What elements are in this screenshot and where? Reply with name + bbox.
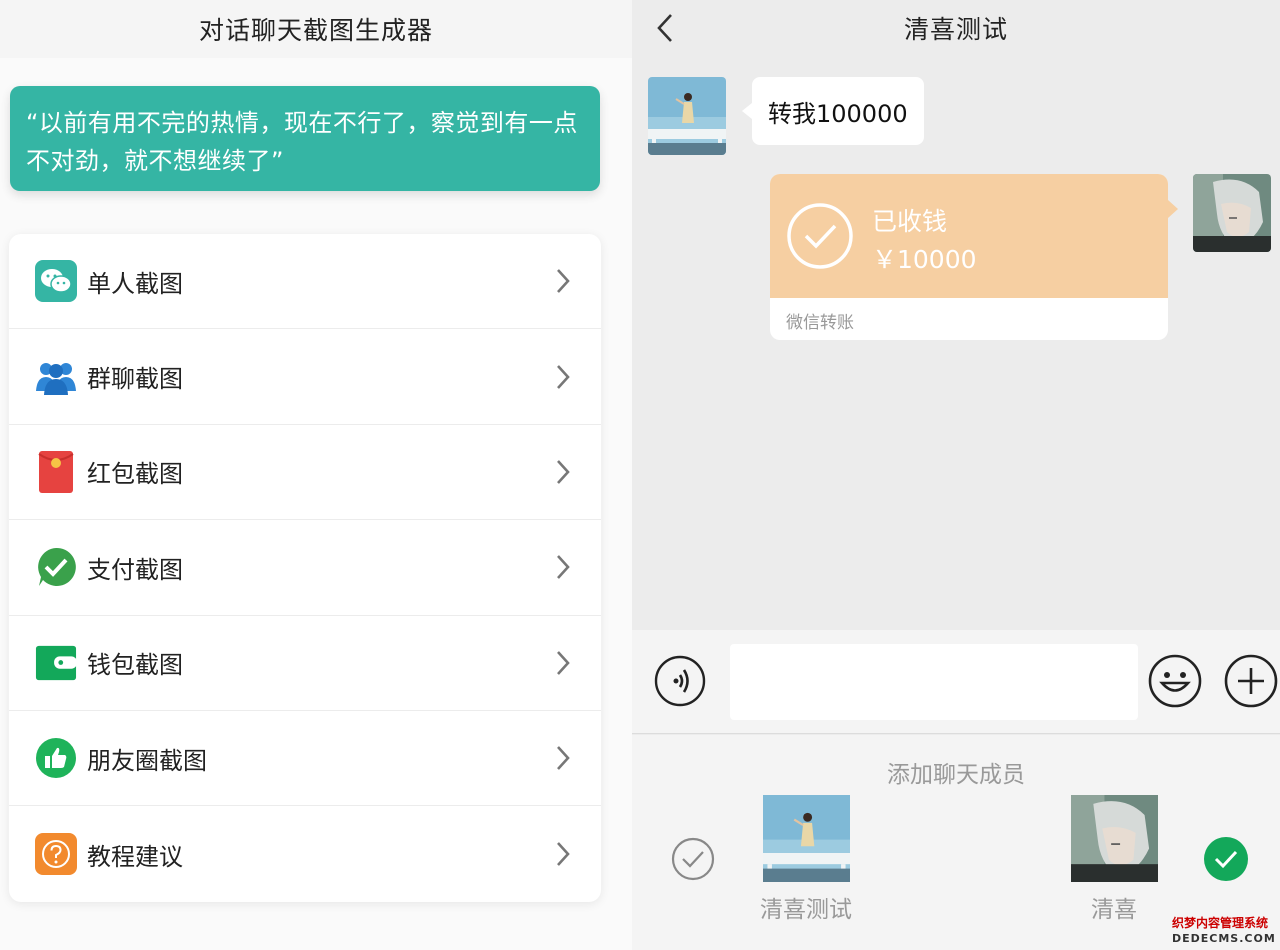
chevron-right-icon <box>557 460 570 484</box>
page-title: 对话聊天截图生成器 <box>198 16 433 45</box>
transfer-amount: ￥10000 <box>872 245 977 274</box>
chevron-right-icon <box>557 746 570 771</box>
chat-preview-panel: 清喜测试 转我100000 已收钱 ￥10000 微信转账 添加聊天成员 清喜测… <box>632 0 1280 950</box>
emoji-icon[interactable] <box>1148 654 1202 708</box>
transfer-card-body: 已收钱 ￥10000 <box>770 174 1168 298</box>
feature-menu: 单人截图 群聊截图 红包截图 支付截图 钱包截图 朋友圈截图 教程建议 <box>9 234 601 902</box>
menu-item-single-chat[interactable]: 单人截图 <box>9 234 601 330</box>
watermark-line1: 织梦内容管理系统 <box>1172 916 1269 930</box>
contact-avatar[interactable] <box>648 77 726 155</box>
chevron-right-icon <box>557 364 570 389</box>
question-icon <box>35 833 77 876</box>
member-avatar[interactable] <box>763 795 850 882</box>
menu-item-payment[interactable]: 支付截图 <box>9 520 601 616</box>
payment-check-icon <box>35 546 77 588</box>
unchecked-circle-icon[interactable] <box>670 836 716 882</box>
checked-circle-icon[interactable] <box>1203 836 1249 882</box>
back-arrow-icon[interactable] <box>654 12 678 44</box>
chevron-right-icon <box>557 269 570 294</box>
incoming-message-bubble[interactable]: 转我100000 <box>742 77 924 145</box>
menu-item-red-packet[interactable]: 红包截图 <box>9 425 601 521</box>
menu-item-wallet[interactable]: 钱包截图 <box>9 616 601 711</box>
menu-item-label: 教程建议 <box>87 842 183 871</box>
transfer-footer: 微信转账 <box>786 313 854 333</box>
quote-text: “以前有用不完的热情，现在不行了，察觉到有一点不对劲，就不想继续了” <box>26 109 578 175</box>
chat-header: 清喜测试 <box>632 0 1280 56</box>
generator-panel: 对话聊天截图生成器 “以前有用不完的热情，现在不行了，察觉到有一点不对劲，就不想… <box>0 0 632 950</box>
menu-item-moments[interactable]: 朋友圈截图 <box>9 711 601 807</box>
transfer-status: 已收钱 <box>872 207 948 236</box>
chevron-right-icon <box>557 555 570 580</box>
transfer-card[interactable]: 已收钱 ￥10000 微信转账 <box>770 174 1168 340</box>
menu-item-label: 群聊截图 <box>87 365 183 394</box>
menu-item-label: 单人截图 <box>87 269 183 298</box>
red-packet-icon <box>35 450 77 493</box>
menu-item-tutorial[interactable]: 教程建议 <box>9 806 601 901</box>
transfer-bubble-tail <box>1168 200 1178 218</box>
group-users-icon <box>35 356 77 398</box>
chat-input-bar <box>632 630 1280 734</box>
member-name: 清喜 <box>1091 897 1137 923</box>
plus-icon[interactable] <box>1224 654 1278 708</box>
menu-item-label: 红包截图 <box>87 460 183 489</box>
voice-icon[interactable] <box>654 655 706 707</box>
generator-header: 对话聊天截图生成器 <box>0 0 632 58</box>
site-watermark: 织梦内容管理系统 DEDECMS.COM <box>1168 912 1280 950</box>
quote-card: “以前有用不完的热情，现在不行了，察觉到有一点不对劲，就不想继续了” <box>10 86 600 191</box>
received-check-icon <box>787 203 853 269</box>
thumbs-up-icon <box>35 737 77 779</box>
message-input[interactable] <box>730 644 1138 720</box>
message-text: 转我100000 <box>768 99 908 128</box>
menu-item-label: 朋友圈截图 <box>87 746 207 775</box>
chevron-right-icon <box>557 650 570 675</box>
member-name: 清喜测试 <box>760 897 852 923</box>
self-avatar[interactable] <box>1193 174 1271 252</box>
wallet-icon <box>35 642 77 684</box>
watermark-line2: DEDECMS.COM <box>1172 932 1276 945</box>
member-avatar[interactable] <box>1071 795 1158 882</box>
chevron-right-icon <box>557 842 570 866</box>
menu-item-label: 支付截图 <box>87 555 183 584</box>
menu-item-group-chat[interactable]: 群聊截图 <box>9 329 601 425</box>
members-title: 添加聊天成员 <box>887 762 1025 788</box>
wechat-chat-icon <box>35 260 77 303</box>
menu-item-label: 钱包截图 <box>87 651 183 680</box>
chat-title: 清喜测试 <box>903 15 1008 44</box>
